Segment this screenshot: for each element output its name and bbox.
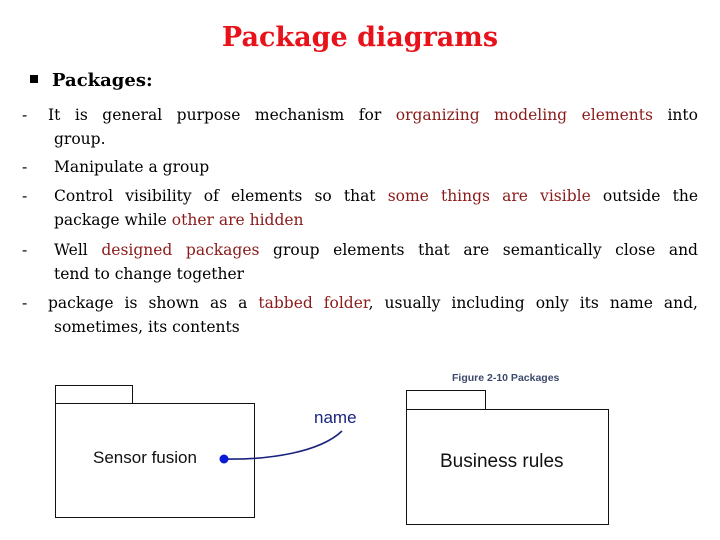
- name-connector: [219, 430, 343, 464]
- package-tab: [406, 390, 486, 410]
- name-annotation: name: [314, 408, 357, 427]
- figure-caption: Figure 2-10 Packages: [452, 372, 560, 384]
- connector-line: [223, 430, 343, 460]
- connector-dot-icon: [219, 454, 229, 464]
- package-name: Business rules: [440, 451, 564, 472]
